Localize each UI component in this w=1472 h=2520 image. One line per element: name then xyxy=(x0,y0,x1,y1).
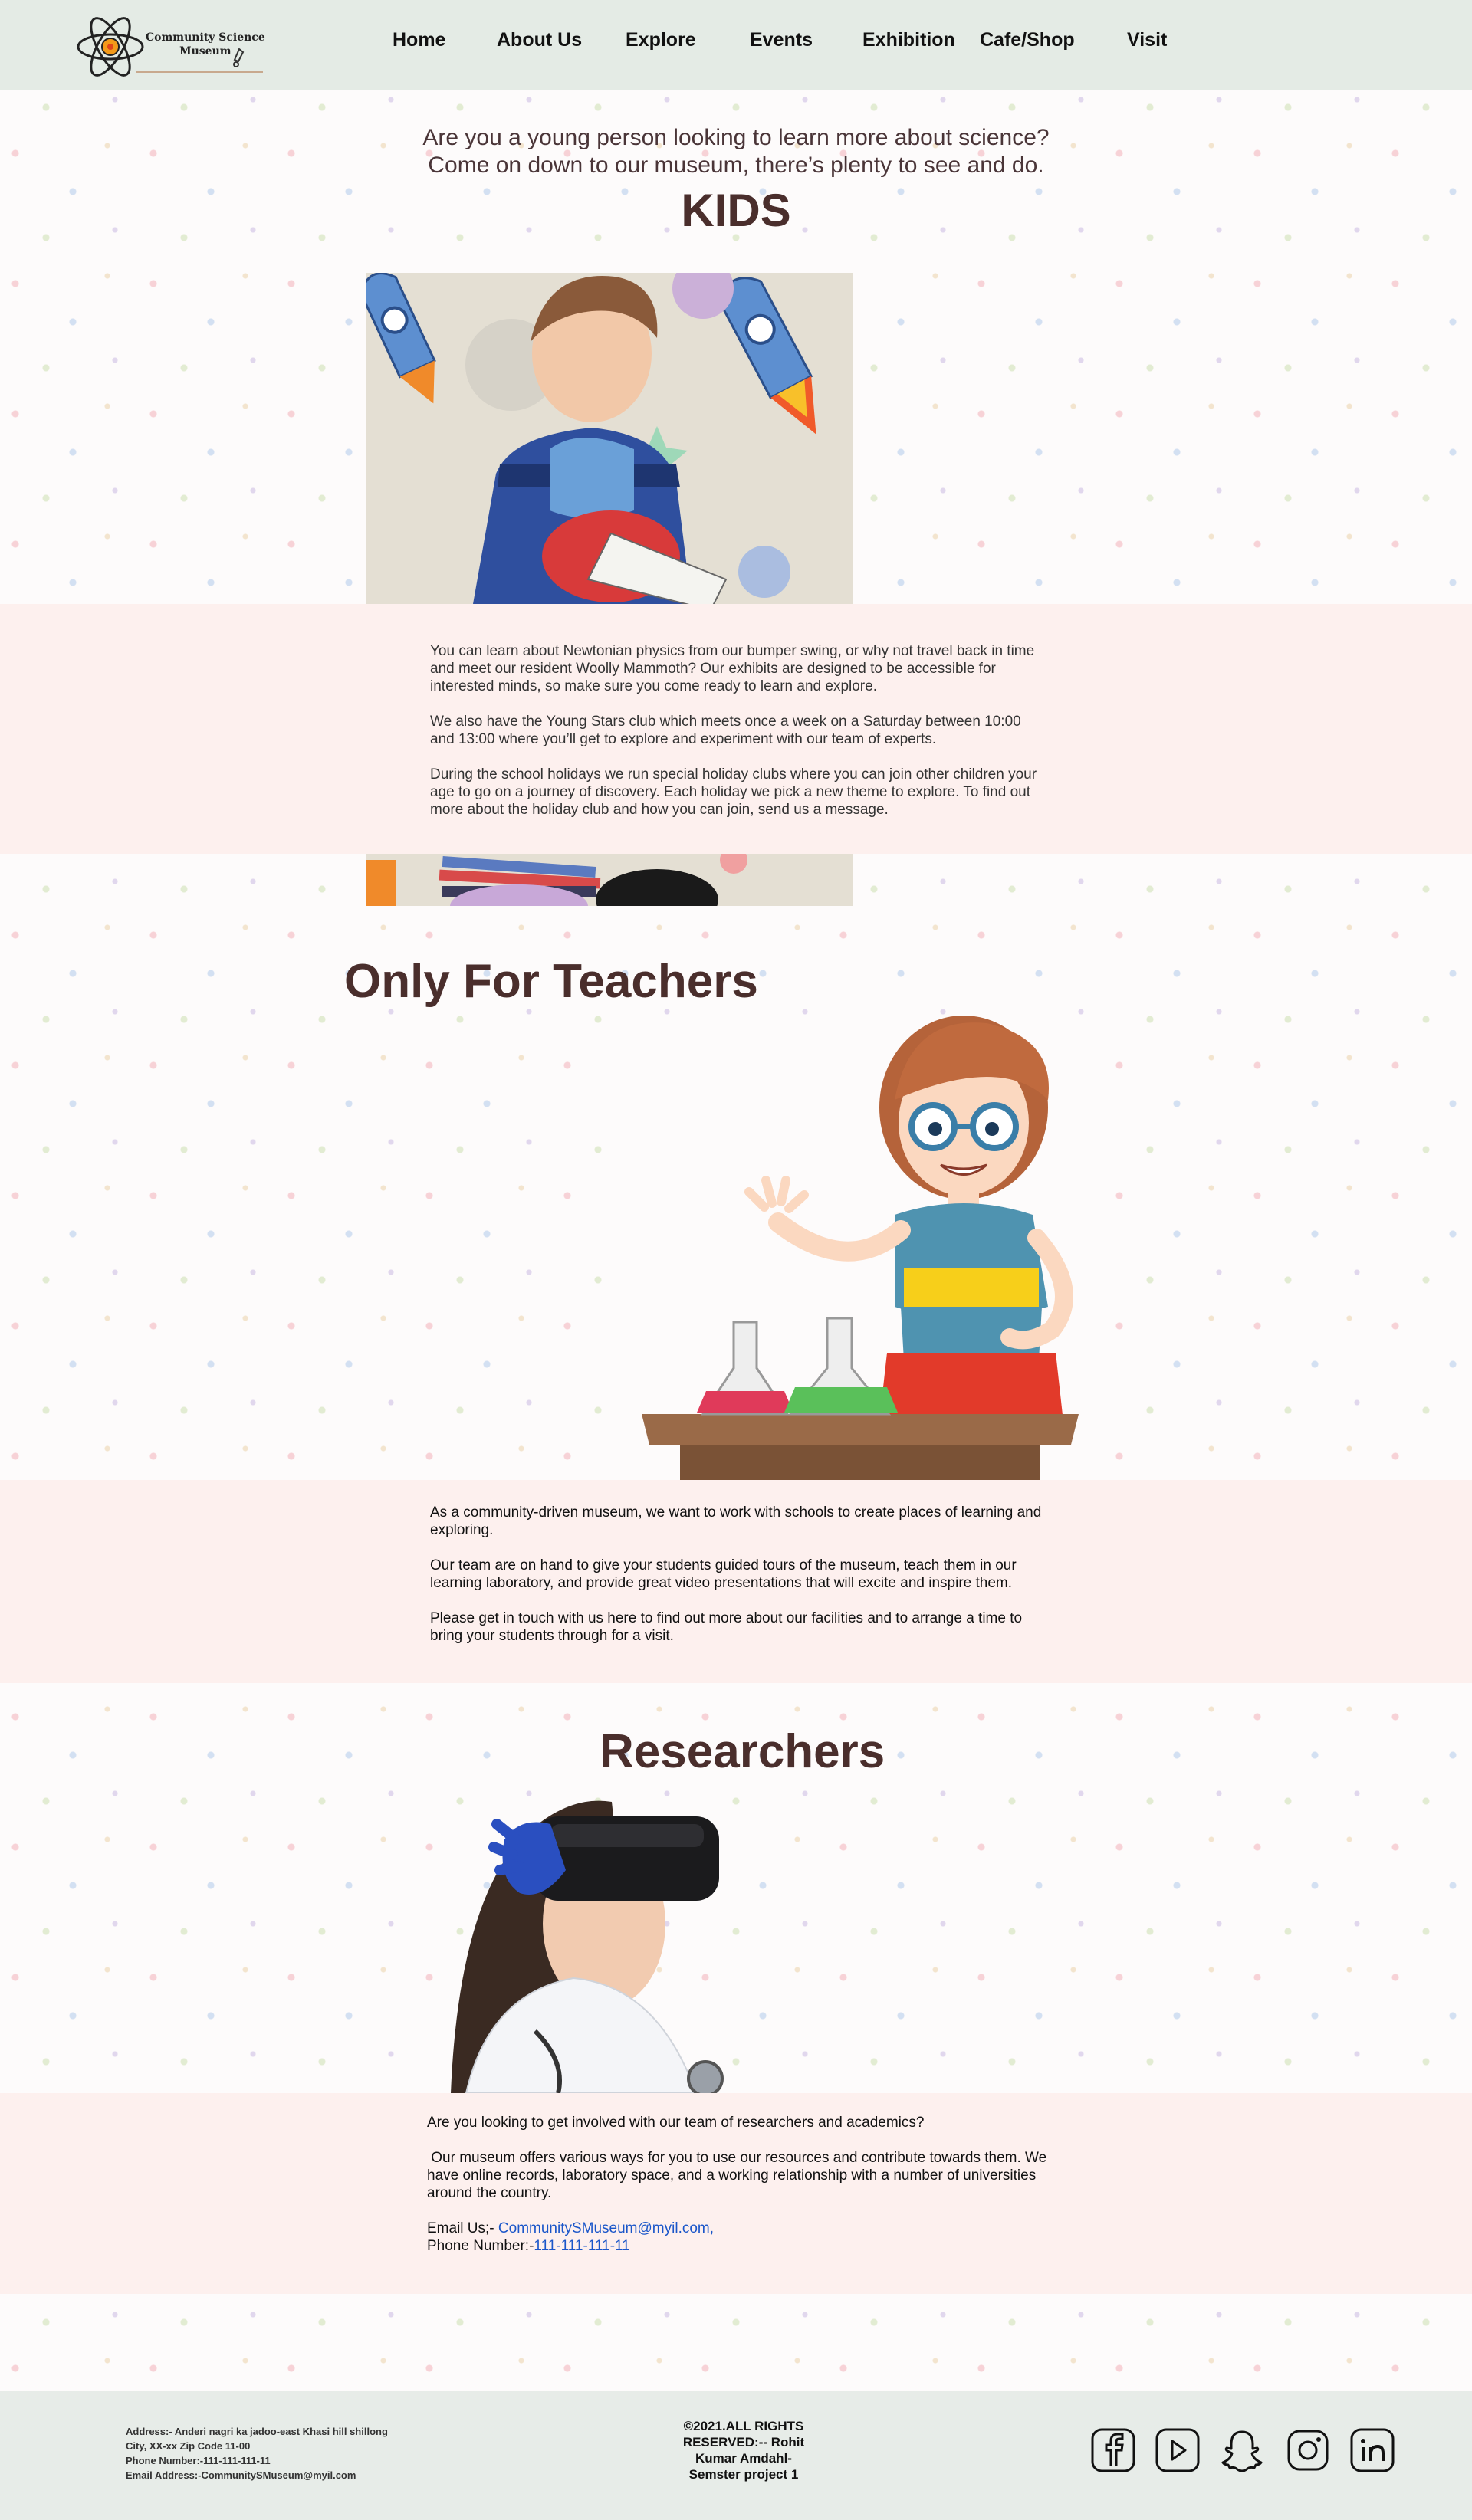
email-link[interactable]: CommunitySMuseum@myil.com, xyxy=(498,2220,714,2236)
teachers-paragraph-1: As a community-driven museum, we want to… xyxy=(430,1504,1042,1538)
instagram-icon[interactable] xyxy=(1285,2427,1331,2473)
phone-link[interactable]: 111-111-111-11 xyxy=(534,2238,629,2254)
kids-intro-line1: Are you a young person looking to learn … xyxy=(422,125,1050,150)
facebook-icon[interactable] xyxy=(1090,2427,1136,2473)
teachers-paragraph-2: Our team are on hand to give your studen… xyxy=(430,1557,1017,1591)
researchers-phone-line: Phone Number:-111-111-111-11 xyxy=(427,2237,1048,2255)
logo-text-line2: Museum xyxy=(179,45,232,57)
linkedin-icon[interactable] xyxy=(1349,2427,1395,2473)
kids-paragraph-3: During the school holidays we run specia… xyxy=(430,766,1037,818)
kid-reading-photo xyxy=(366,273,853,604)
kids-intro-line2: Come on down to our museum, there’s plen… xyxy=(428,153,1044,178)
kid-photo-bottom-strip xyxy=(366,854,853,906)
logo-underline xyxy=(136,71,263,73)
teachers-text: As a community-driven museum, we want to… xyxy=(430,1504,1051,1662)
logo-text: Community Science Museum xyxy=(146,31,265,58)
logo-text-line1: Community Science xyxy=(146,31,265,44)
teachers-heading: Only For Teachers xyxy=(344,955,758,1008)
copyright-line: Kumar Amdahl- xyxy=(695,2451,792,2466)
nav-about-us[interactable]: About Us xyxy=(497,29,582,51)
nav-events[interactable]: Events xyxy=(750,29,813,51)
kids-heading: KIDS xyxy=(681,185,791,236)
copyright-line: Semster project 1 xyxy=(688,2467,799,2482)
teacher-illustration xyxy=(611,1016,1109,1480)
nav-home[interactable]: Home xyxy=(393,29,445,51)
researchers-paragraph-1: Are you looking to get involved with our… xyxy=(427,2115,925,2131)
footer-address-line: City, XX-xx Zip Code 11-00 xyxy=(126,2440,251,2452)
footer-copyright: ©2021.ALL RIGHTS RESERVED:-- Rohit Kumar… xyxy=(667,2418,820,2482)
researchers-email-line: Email Us;- CommunitySMuseum@myil.com, xyxy=(427,2220,1048,2237)
kids-paragraph-1: You can learn about Newtonian physics fr… xyxy=(430,643,1035,694)
email-label: Email Us;- xyxy=(427,2220,498,2236)
footer-address-line: Phone Number:-111-111-111-11 xyxy=(126,2455,271,2466)
researcher-vr-photo xyxy=(420,1770,734,2093)
teachers-paragraph-3: Please get in touch with us here to find… xyxy=(430,1610,1023,1644)
nav-cafe-shop[interactable]: Cafe/Shop xyxy=(980,29,1075,51)
footer-address-line: Email Address:-CommunitySMuseum@myil.com xyxy=(126,2469,356,2481)
copyright-line: ©2021.ALL RIGHTS xyxy=(683,2419,804,2433)
nav-explore[interactable]: Explore xyxy=(626,29,696,51)
nav-visit[interactable]: Visit xyxy=(1127,29,1167,51)
footer-address: Address:- Anderi nagri ka jadoo-east Kha… xyxy=(126,2424,388,2482)
copyright-line: RESERVED:-- Rohit xyxy=(682,2435,805,2449)
kids-paragraph-2: We also have the Young Stars club which … xyxy=(430,714,1021,747)
snapchat-icon[interactable] xyxy=(1219,2427,1265,2473)
phone-label: Phone Number:- xyxy=(427,2238,534,2254)
footer-address-line: Address:- Anderi nagri ka jadoo-east Kha… xyxy=(126,2426,388,2437)
nav-exhibition[interactable]: Exhibition xyxy=(863,29,955,51)
researchers-paragraph-2: Our museum offers various ways for you t… xyxy=(427,2150,1047,2201)
youtube-icon[interactable] xyxy=(1155,2427,1201,2473)
kids-text: You can learn about Newtonian physics fr… xyxy=(430,642,1043,836)
researchers-text: Are you looking to get involved with our… xyxy=(427,2114,1048,2255)
